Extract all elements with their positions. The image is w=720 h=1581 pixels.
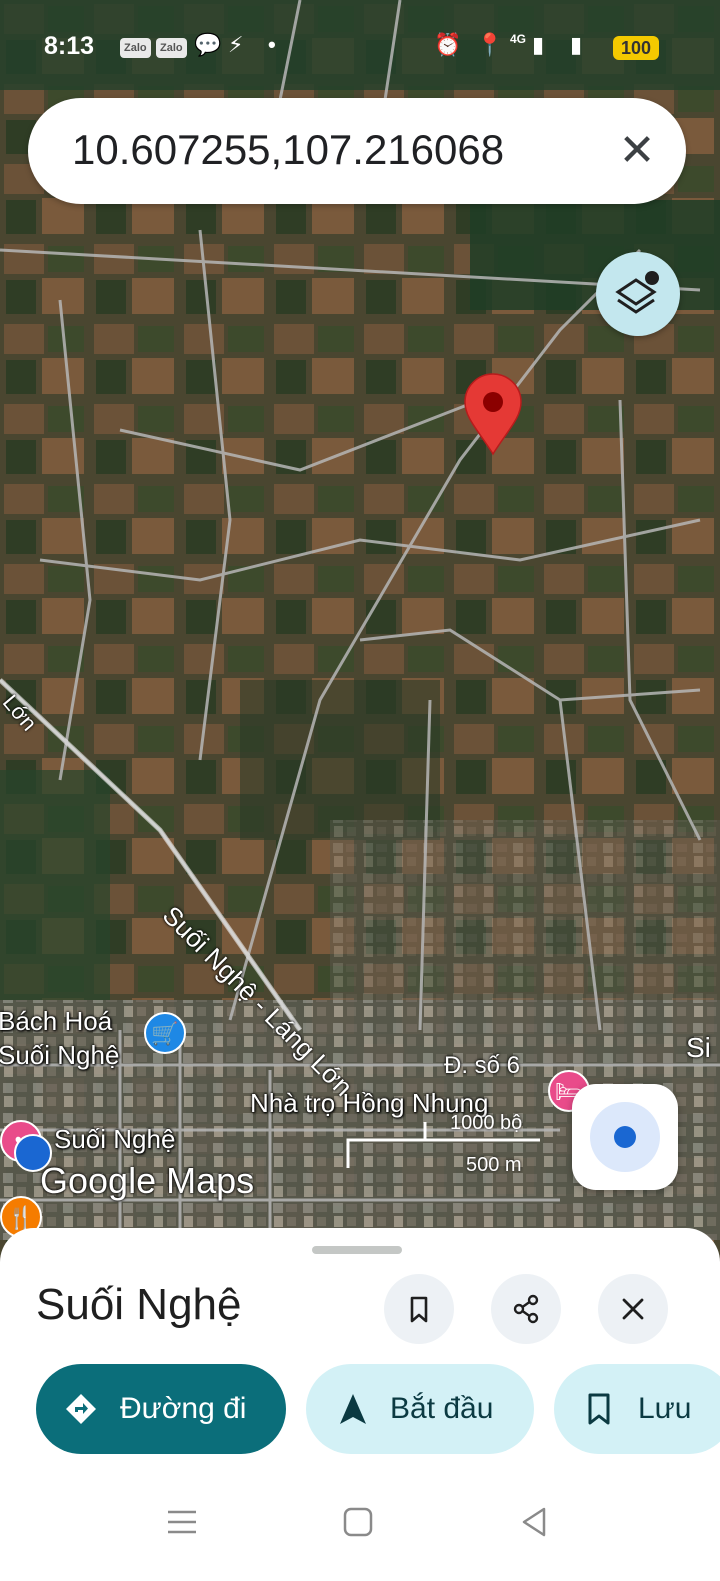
my-location-button[interactable] [572, 1084, 678, 1190]
map-label-bach-hoa-line2[interactable]: Suối Nghệ [0, 1040, 119, 1071]
save-button[interactable]: Lưu [554, 1364, 720, 1454]
layers-icon [615, 271, 659, 314]
status-bar: 8:13 Zalo Zalo 💬 ⚡ • ⏰ 📍 4G ▮ ▮ 100 [0, 28, 720, 68]
directions-icon [66, 1394, 96, 1424]
network-type: 4G [510, 32, 527, 46]
location-status-icon: 📍 [476, 32, 504, 57]
chat-bubble-icon: 💬 [194, 32, 222, 57]
close-icon [622, 1298, 644, 1320]
share-button[interactable] [491, 1274, 561, 1344]
drag-handle[interactable] [312, 1246, 402, 1254]
search-bar[interactable]: 10.607255,107.216068 ✕ [28, 98, 686, 204]
save-bookmark-button[interactable] [384, 1274, 454, 1344]
battery-indicator: 100 [613, 36, 659, 60]
close-sheet-button[interactable] [598, 1274, 668, 1344]
share-icon [513, 1294, 539, 1324]
start-navigation-button[interactable]: Bắt đầu [306, 1364, 534, 1454]
signal-icon-2: ▮ [570, 32, 583, 57]
bookmark-icon [410, 1296, 428, 1323]
close-icon[interactable]: ✕ [608, 122, 666, 180]
scale-metric: 500 m [466, 1154, 522, 1176]
system-navigation-bar [0, 1474, 720, 1581]
layers-button[interactable] [596, 252, 680, 336]
my-location-icon [614, 1126, 636, 1148]
scale-imperial: 1000 bộ [450, 1112, 523, 1134]
shopping-cart-icon[interactable]: 🛒 [144, 1012, 186, 1054]
signal-icon: ▮ [532, 32, 545, 57]
recent-apps-icon[interactable] [162, 1502, 202, 1542]
zalo-notification-icon: Zalo [156, 38, 187, 58]
map-label-suoi-nghe[interactable]: Suối Nghệ [54, 1124, 175, 1155]
directions-label: Đường đi [120, 1392, 247, 1425]
bookmark-icon [588, 1393, 610, 1425]
status-time: 8:13 [44, 32, 95, 60]
more-notifications-dot-icon: • [268, 32, 276, 57]
start-label: Bắt đầu [390, 1392, 494, 1425]
back-icon[interactable] [514, 1502, 554, 1542]
road-label-ds6: Đ. số 6 [444, 1052, 521, 1079]
zalo-notification-icon: Zalo [120, 38, 151, 58]
search-query[interactable]: 10.607255,107.216068 [72, 126, 504, 174]
navigation-arrow-icon [340, 1394, 366, 1424]
google-maps-watermark: Google Maps [40, 1160, 255, 1201]
map-label-edge: Si [686, 1032, 711, 1063]
place-title: Suối Nghệ [36, 1280, 242, 1329]
home-icon[interactable] [338, 1502, 378, 1542]
map-label-bach-hoa[interactable]: Bách Hoá [0, 1006, 112, 1037]
save-label: Lưu [638, 1392, 692, 1425]
directions-button[interactable]: Đường đi [36, 1364, 286, 1454]
alarm-icon: ⏰ [434, 32, 462, 57]
messenger-icon: ⚡ [228, 32, 244, 57]
